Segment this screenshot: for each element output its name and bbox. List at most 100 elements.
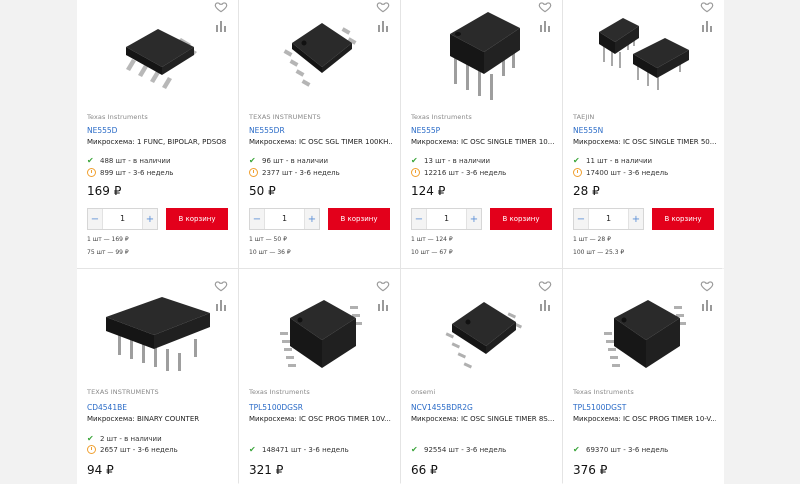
product-card: Texas Instruments TPL5100DGSR Микросхема… xyxy=(239,269,400,484)
product-image[interactable] xyxy=(578,283,709,383)
stock-lead-time: ✔ 148471 шт - 3-6 недель xyxy=(249,445,349,454)
brand: onsemi xyxy=(411,388,436,396)
brand: Texas Instruments xyxy=(87,113,148,121)
price-tier: 1 шт — 124 ₽ xyxy=(411,236,453,243)
plus-button[interactable]: + xyxy=(143,209,157,229)
stock-lead-time: 17400 шт - 3-6 недель xyxy=(573,168,668,177)
price: 169 ₽ xyxy=(87,184,122,198)
add-to-cart-button[interactable]: В корзину xyxy=(328,208,390,230)
product-image[interactable] xyxy=(578,4,709,104)
product-image[interactable] xyxy=(254,4,385,104)
stock-in-hand: ✔ 2 шт - в наличии xyxy=(87,434,162,443)
description: Микросхема: IC OSC SINGLE TIMER 50... xyxy=(573,138,716,146)
stock-lead-time: ✔ 69370 шт - 3-6 недель xyxy=(573,445,669,454)
description: Микросхема: IC OSC SINGLE TIMER 8S... xyxy=(411,415,554,423)
part-number-link[interactable]: TPL5100DGSR xyxy=(249,403,303,412)
clock-icon xyxy=(87,168,96,177)
part-number-link[interactable]: NE555DR xyxy=(249,126,285,135)
plus-button[interactable]: + xyxy=(629,209,643,229)
plus-button[interactable]: + xyxy=(467,209,481,229)
clock-icon xyxy=(87,445,96,454)
quantity-stepper: −1 + xyxy=(573,208,644,230)
check-icon: ✔ xyxy=(249,156,256,165)
price-tier: 10 шт — 67 ₽ xyxy=(411,249,453,256)
stock-lead-time: 2377 шт - 3-6 недель xyxy=(249,168,340,177)
quantity-stepper: −1 + xyxy=(87,208,158,230)
product-image[interactable] xyxy=(92,283,223,383)
product-image[interactable] xyxy=(254,283,385,383)
price-tier: 100 шт — 25.3 ₽ xyxy=(573,249,625,256)
part-number-link[interactable]: TPL5100DGST xyxy=(573,403,626,412)
stock-lead-time: 899 шт - 3-6 недель xyxy=(87,168,173,177)
part-number-link[interactable]: NE555N xyxy=(573,126,603,135)
product-card: TEXAS INSTRUMENTS CD4541BE Микросхема: B… xyxy=(77,269,238,484)
brand: TAEJIN xyxy=(573,113,595,121)
description: Микросхема: IC OSC SINGLE TIMER 10... xyxy=(411,138,554,146)
product-card: TEXAS INSTRUMENTS NE555DR Микросхема: IC… xyxy=(239,0,400,268)
description: Микросхема: 1 FUNC, BIPOLAR, PDSO8 xyxy=(87,138,227,146)
brand: Texas Instruments xyxy=(411,113,472,121)
minus-button[interactable]: − xyxy=(412,209,426,229)
clock-icon xyxy=(573,168,582,177)
brand: Texas Instruments xyxy=(573,388,634,396)
quantity-stepper: −1 + xyxy=(249,208,320,230)
product-image[interactable] xyxy=(416,283,547,383)
check-icon: ✔ xyxy=(411,156,418,165)
description: Микросхема: BINARY COUNTER xyxy=(87,415,200,423)
clock-icon xyxy=(411,168,420,177)
add-to-cart-button[interactable]: В корзину xyxy=(490,208,552,230)
check-icon: ✔ xyxy=(573,445,580,454)
clock-icon xyxy=(249,168,258,177)
part-number-link[interactable]: NCV1455BDR2G xyxy=(411,403,473,412)
stock-lead-time: 12216 шт - 3-6 недель xyxy=(411,168,506,177)
quantity-input[interactable]: 1 xyxy=(102,209,143,229)
price: 50 ₽ xyxy=(249,184,276,198)
minus-button[interactable]: − xyxy=(574,209,588,229)
price: 321 ₽ xyxy=(249,463,284,477)
product-card: Texas Instruments NE555P Микросхема: IC … xyxy=(401,0,562,268)
product-grid: Texas Instruments NE555D Микросхема: 1 F… xyxy=(77,0,724,484)
price-tier: 75 шт — 99 ₽ xyxy=(87,249,129,256)
quantity-input[interactable]: 1 xyxy=(264,209,305,229)
price: 94 ₽ xyxy=(87,463,114,477)
price: 376 ₽ xyxy=(573,463,608,477)
brand: TEXAS INSTRUMENTS xyxy=(249,113,321,121)
add-to-cart-button[interactable]: В корзину xyxy=(166,208,228,230)
product-card: Texas Instruments TPL5100DGST Микросхема… xyxy=(563,269,724,484)
description: Микросхема: IC OSC SGL TIMER 100KH... xyxy=(249,138,392,146)
stock-lead-time: ✔ 92554 шт - 3-6 недель xyxy=(411,445,507,454)
price-tier: 10 шт — 36 ₽ xyxy=(249,249,291,256)
add-to-cart-button[interactable]: В корзину xyxy=(652,208,714,230)
stock-in-hand: ✔ 96 шт - в наличии xyxy=(249,156,329,165)
quantity-input[interactable]: 1 xyxy=(426,209,467,229)
brand: TEXAS INSTRUMENTS xyxy=(87,388,159,396)
stock-in-hand: ✔ 488 шт - в наличии xyxy=(87,156,171,165)
stock-lead-time: 2657 шт - 3-6 недель xyxy=(87,445,178,454)
minus-button[interactable]: − xyxy=(88,209,102,229)
plus-button[interactable]: + xyxy=(305,209,319,229)
product-image[interactable] xyxy=(92,4,223,104)
description: Микросхема: IC OSC PROG TIMER 10V... xyxy=(249,415,391,423)
part-number-link[interactable]: NE555P xyxy=(411,126,440,135)
check-icon: ✔ xyxy=(87,434,94,443)
minus-button[interactable]: − xyxy=(250,209,264,229)
product-card: onsemi NCV1455BDR2G Микросхема: IC OSC S… xyxy=(401,269,562,484)
price: 66 ₽ xyxy=(411,463,438,477)
stock-in-hand: ✔ 11 шт - в наличии xyxy=(573,156,653,165)
product-image[interactable] xyxy=(416,4,547,104)
price: 28 ₽ xyxy=(573,184,600,198)
brand: Texas Instruments xyxy=(249,388,310,396)
price-tier: 1 шт — 28 ₽ xyxy=(573,236,611,243)
price-tier: 1 шт — 50 ₽ xyxy=(249,236,287,243)
quantity-input[interactable]: 1 xyxy=(588,209,629,229)
product-card: Texas Instruments NE555D Микросхема: 1 F… xyxy=(77,0,238,268)
price: 124 ₽ xyxy=(411,184,446,198)
check-icon: ✔ xyxy=(573,156,580,165)
product-card: TAEJIN NE555N Микросхема: IC OSC SINGLE … xyxy=(563,0,724,268)
check-icon: ✔ xyxy=(249,445,256,454)
stock-in-hand: ✔ 13 шт - в наличии xyxy=(411,156,491,165)
part-number-link[interactable]: NE555D xyxy=(87,126,117,135)
description: Микросхема: IC OSC PROG TIMER 10-V... xyxy=(573,415,716,423)
part-number-link[interactable]: CD4541BE xyxy=(87,403,127,412)
price-tier: 1 шт — 169 ₽ xyxy=(87,236,129,243)
